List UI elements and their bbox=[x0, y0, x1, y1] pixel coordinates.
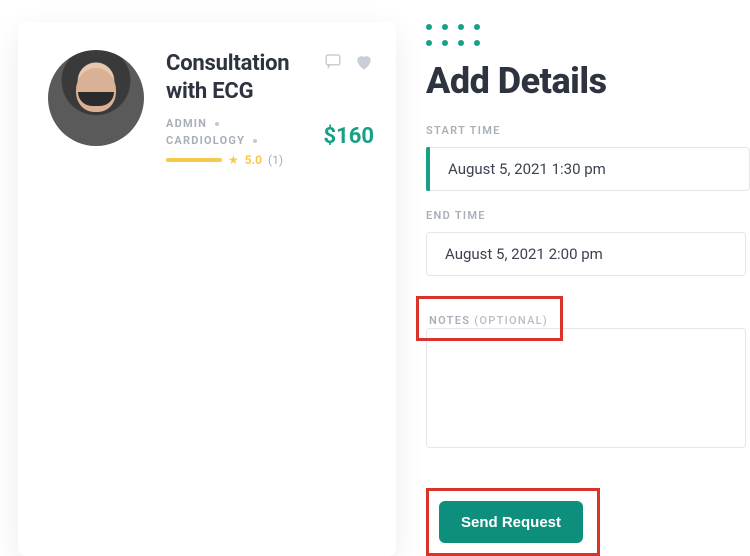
end-time-value: August 5, 2021 2:00 pm bbox=[445, 245, 603, 263]
price: $160 bbox=[324, 124, 375, 149]
end-time-input[interactable]: August 5, 2021 2:00 pm bbox=[426, 232, 746, 276]
start-time-input[interactable]: August 5, 2021 1:30 pm bbox=[430, 147, 750, 191]
card-title: Consultation with ECG bbox=[166, 50, 324, 105]
meta-department: CARDIOLOGY bbox=[166, 134, 245, 147]
star-icon: ★ bbox=[228, 153, 239, 167]
meta-admin: ADMIN bbox=[166, 117, 207, 130]
end-time-label: END TIME bbox=[426, 209, 750, 222]
send-request-button[interactable]: Send Request bbox=[439, 501, 583, 543]
comment-icon[interactable] bbox=[324, 52, 342, 76]
highlight-box: NOTES (OPTIONAL) bbox=[416, 296, 563, 341]
meta-separator bbox=[253, 139, 257, 143]
rating-value: 5.0 bbox=[245, 153, 262, 167]
notes-label: NOTES bbox=[429, 314, 474, 327]
page-title: Add Details bbox=[426, 60, 750, 102]
start-time-label: START TIME bbox=[426, 124, 750, 137]
highlight-box: Send Request bbox=[426, 488, 600, 556]
start-time-value: August 5, 2021 1:30 pm bbox=[448, 160, 606, 178]
decorative-dots bbox=[426, 24, 750, 46]
consultation-card: Consultation with ECG ADMIN CARDIOLOGY ★… bbox=[18, 22, 396, 556]
heart-icon[interactable] bbox=[354, 52, 374, 76]
notes-textarea[interactable] bbox=[426, 328, 746, 448]
rating-count: (1) bbox=[268, 153, 283, 167]
meta-separator bbox=[215, 122, 219, 126]
rating-bar bbox=[166, 158, 222, 162]
notes-optional: (OPTIONAL) bbox=[474, 314, 548, 327]
avatar bbox=[48, 50, 144, 146]
